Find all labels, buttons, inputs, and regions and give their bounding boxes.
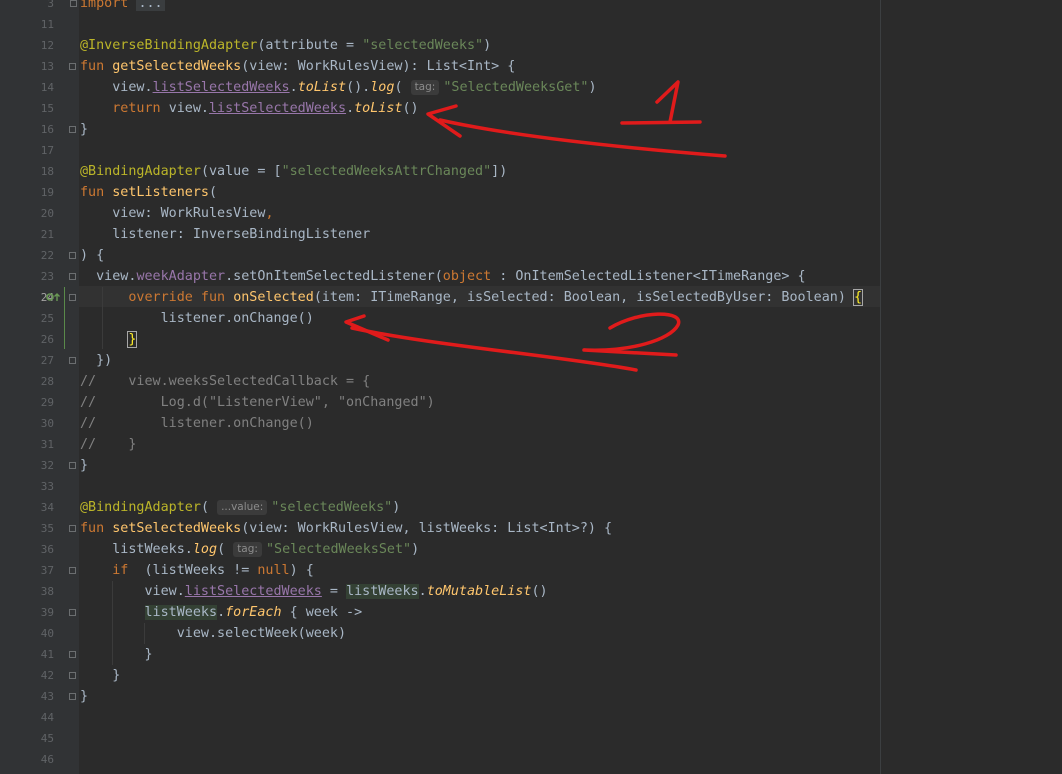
handdrawn-annotations — [344, 80, 727, 372]
arrow-1-shaft — [438, 118, 727, 158]
mark-2-shape — [582, 312, 681, 357]
code-editor[interactable]: 3 11 12 13 14 15 16 17 18 19 20 21 22 23… — [0, 0, 1062, 774]
mark-1-shape — [620, 80, 702, 125]
